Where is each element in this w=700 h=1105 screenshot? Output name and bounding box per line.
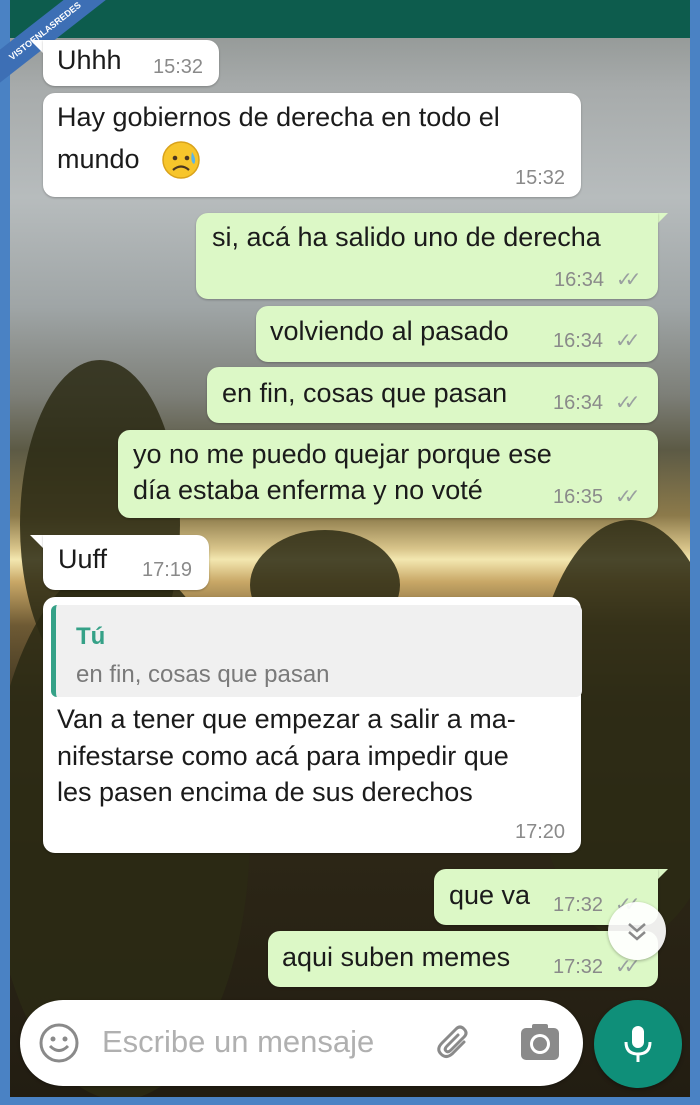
chat-header-bar xyxy=(10,0,690,38)
message-text: Uuff xyxy=(58,544,108,574)
read-ticks-icon: ✓✓ xyxy=(615,392,640,414)
message-text: Hay gobiernos de derecha en todo el xyxy=(57,102,500,132)
read-ticks-icon: ✓✓ xyxy=(615,330,640,352)
message-time: 17:32 xyxy=(553,956,604,978)
message-bubble[interactable]: Uhhh 15:32 xyxy=(43,40,219,86)
message-text: yo no me puedo quejar porque ese xyxy=(133,439,552,469)
message-bubble[interactable]: Uuff 17:19 xyxy=(43,535,209,590)
message-text: les pasen encima de sus derechos xyxy=(57,777,473,807)
message-text: en fin, cosas que pasan xyxy=(222,378,508,408)
message-text: Van a tener que empezar a salir a ma- xyxy=(57,704,516,734)
message-time: 16:35 xyxy=(553,486,604,508)
message-time: 15:32 xyxy=(153,56,204,78)
message-bubble[interactable]: en fin, cosas que pasan 16:34 ✓✓ xyxy=(207,367,658,423)
quoted-message[interactable]: Tú en fin, cosas que pasan xyxy=(51,605,582,697)
message-text: volviendo al pasado xyxy=(270,316,509,346)
message-text: aqui suben memes xyxy=(282,942,511,972)
message-text: que va xyxy=(449,880,531,910)
message-input[interactable]: Escribe un mensaje xyxy=(102,1024,374,1060)
scroll-to-bottom-button[interactable] xyxy=(608,902,666,960)
mic-button[interactable] xyxy=(594,1000,682,1088)
message-text: nifestarse como acá para impedir que xyxy=(57,741,509,771)
paperclip-icon[interactable] xyxy=(434,1022,476,1064)
message-bubble[interactable]: yo no me puedo quejar porque ese día est… xyxy=(118,430,658,518)
read-ticks-icon: ✓✓ xyxy=(615,486,640,508)
message-time: 17:19 xyxy=(142,559,193,581)
message-bubble[interactable]: volviendo al pasado 16:34 ✓✓ xyxy=(256,306,658,362)
message-time: 17:32 xyxy=(553,894,604,916)
message-text: si, acá ha salido uno de derecha xyxy=(212,222,601,252)
message-composer[interactable]: Escribe un mensaje xyxy=(20,1000,583,1086)
smiley-icon[interactable] xyxy=(38,1022,80,1064)
message-time: 17:20 xyxy=(515,821,566,843)
message-bubble[interactable]: aqui suben memes 17:32 ✓✓ xyxy=(268,931,658,987)
sad-sweat-face-icon xyxy=(161,140,201,180)
message-bubble[interactable]: Tú en fin, cosas que pasan Van a tener q… xyxy=(43,597,582,853)
message-time: 16:34 xyxy=(554,269,605,291)
message-time: 16:34 xyxy=(553,392,604,414)
quoted-text: en fin, cosas que pasan xyxy=(76,661,330,688)
message-bubble[interactable]: Hay gobiernos de derecha en todo el mund… xyxy=(43,93,581,197)
message-time: 16:34 xyxy=(553,330,604,352)
mic-icon xyxy=(622,1024,654,1064)
double-chevron-down-icon xyxy=(623,917,651,945)
message-text: mundo xyxy=(57,144,140,174)
read-ticks-icon: ✓✓ xyxy=(616,269,641,291)
message-bubble[interactable]: si, acá ha salido uno de derecha 16:34 ✓… xyxy=(196,213,658,299)
message-text: día estaba enferma y no voté xyxy=(133,475,483,505)
message-time: 15:32 xyxy=(515,167,566,189)
quoted-author: Tú xyxy=(76,623,106,650)
camera-icon[interactable] xyxy=(520,1023,560,1063)
message-text: Uhhh xyxy=(57,45,122,75)
